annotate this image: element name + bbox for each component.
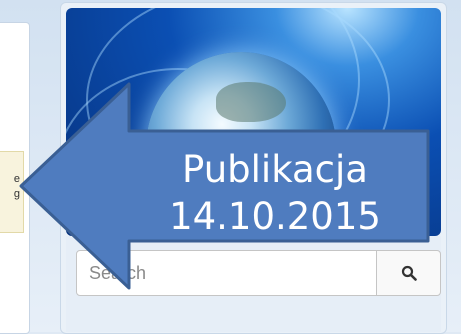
callout-date: 14.10.2015 [169,195,381,238]
callout-title: Publikacja [182,148,368,191]
